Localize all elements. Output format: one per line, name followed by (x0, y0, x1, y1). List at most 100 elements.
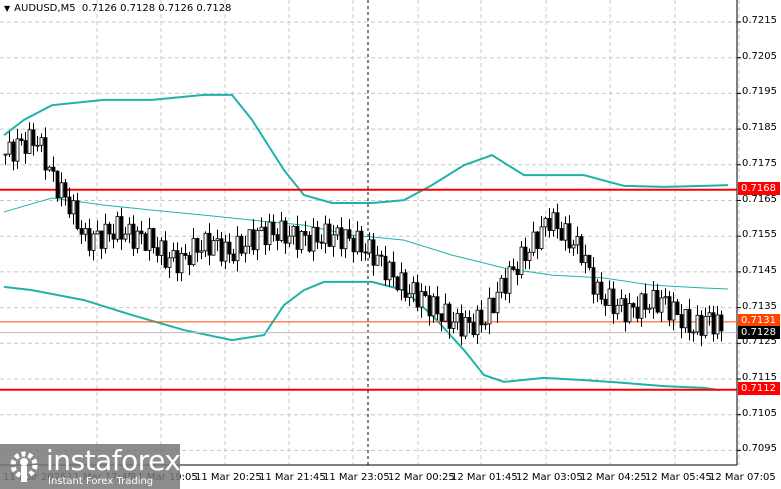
candle-body (51, 166, 56, 172)
candle-body (107, 223, 112, 235)
candle-body (647, 307, 652, 310)
candle-body (263, 226, 268, 246)
candle-body (651, 289, 656, 309)
price-axis-label: 0.7105 (742, 407, 777, 419)
candle-body (291, 225, 296, 237)
candle-body (259, 226, 264, 231)
candle-body (431, 296, 436, 317)
bollinger-upper-band (3, 93, 729, 204)
candle-body (439, 313, 444, 322)
candle-body (255, 230, 260, 251)
candle-body (443, 303, 448, 322)
candle-body (279, 220, 284, 241)
candle-body (707, 312, 712, 317)
candle-body (667, 296, 672, 321)
candle-body (63, 182, 68, 198)
candle-body (627, 303, 632, 323)
candle-body (283, 220, 288, 244)
candle-body (235, 235, 240, 262)
bid-price-tag: 0.7128 (738, 326, 780, 339)
candle-body (83, 228, 88, 235)
candle-body (455, 312, 460, 323)
candle-body (467, 317, 472, 323)
candle-body (11, 141, 16, 162)
candle-body (87, 228, 92, 251)
candle-body (95, 230, 100, 235)
candle-body (507, 266, 512, 294)
price-axis-label: 0.7185 (742, 122, 777, 134)
candle-body (23, 140, 28, 154)
candle-body (167, 257, 172, 268)
candle-body (71, 200, 76, 215)
resistance-level-tag: 0.7168 (738, 182, 780, 195)
candle-body (539, 226, 544, 249)
gear-logo-icon (10, 451, 38, 482)
candle-body (703, 315, 708, 336)
candle-body (151, 228, 156, 249)
dropdown-triangle-icon[interactable]: ▼ (4, 4, 10, 13)
candle-body (183, 253, 188, 256)
candle-body (223, 241, 228, 262)
time-axis-label: 12 Mar 03:05 (516, 472, 583, 483)
price-axis-label: 0.7135 (742, 300, 777, 312)
candle-body (267, 221, 272, 246)
candle-body (275, 234, 280, 241)
candle-body (239, 235, 244, 254)
candle-body (643, 293, 648, 310)
candle-body (487, 297, 492, 325)
candle-body (251, 229, 256, 251)
candle-body (679, 314, 684, 329)
candle-body (695, 314, 700, 333)
candle-body (579, 236, 584, 264)
candle-body (243, 245, 248, 254)
candle-body (523, 246, 528, 261)
candle-body (715, 314, 720, 335)
candle-body (603, 298, 608, 306)
candle-body (687, 309, 692, 333)
candle-body (295, 225, 300, 250)
support-level-tag: 0.7112 (738, 382, 780, 395)
time-axis-label: 12 Mar 04:25 (580, 472, 647, 483)
candle-body (7, 141, 12, 155)
time-axis-label: 11 Mar 23:05 (323, 472, 390, 483)
candle-body (119, 216, 124, 240)
candle-body (347, 229, 352, 239)
candle-body (67, 196, 72, 215)
candle-body (411, 282, 416, 295)
candle-body (423, 291, 428, 296)
candle-body (459, 312, 464, 337)
time-axis-label: 12 Mar 00:25 (388, 472, 455, 483)
candle-body (663, 296, 668, 299)
candle-body (515, 268, 520, 276)
candle-body (79, 228, 84, 235)
candle-body (399, 272, 404, 291)
candle-body (671, 301, 676, 321)
candle-body (387, 261, 392, 281)
candle-body (543, 218, 548, 228)
candle-body (555, 212, 560, 229)
candle-body (327, 223, 332, 247)
candle-body (47, 166, 52, 171)
candle-body (103, 223, 108, 249)
candle-body (379, 254, 384, 257)
candle-body (163, 240, 168, 268)
candle-body (595, 281, 600, 295)
candle-body (171, 250, 176, 259)
candle-body (115, 216, 120, 240)
candle-body (447, 303, 452, 329)
candle-body (111, 233, 116, 240)
price-chart[interactable] (0, 0, 781, 489)
candle-body (31, 129, 36, 146)
price-axis-label: 0.7205 (742, 50, 777, 62)
candle-body (131, 223, 136, 249)
candle-body (175, 250, 180, 274)
candle-body (531, 231, 536, 253)
candle-body (319, 241, 324, 244)
candle-body (675, 301, 680, 315)
ohlc-values: 0.7126 0.7128 0.7126 0.7128 (81, 3, 232, 14)
logo-tagline: Instant Forex Trading (48, 476, 154, 487)
candle-body (339, 227, 344, 250)
candle-body (527, 251, 532, 261)
candle-body (639, 293, 644, 319)
time-axis-label: 12 Mar 07:05 (709, 472, 776, 483)
